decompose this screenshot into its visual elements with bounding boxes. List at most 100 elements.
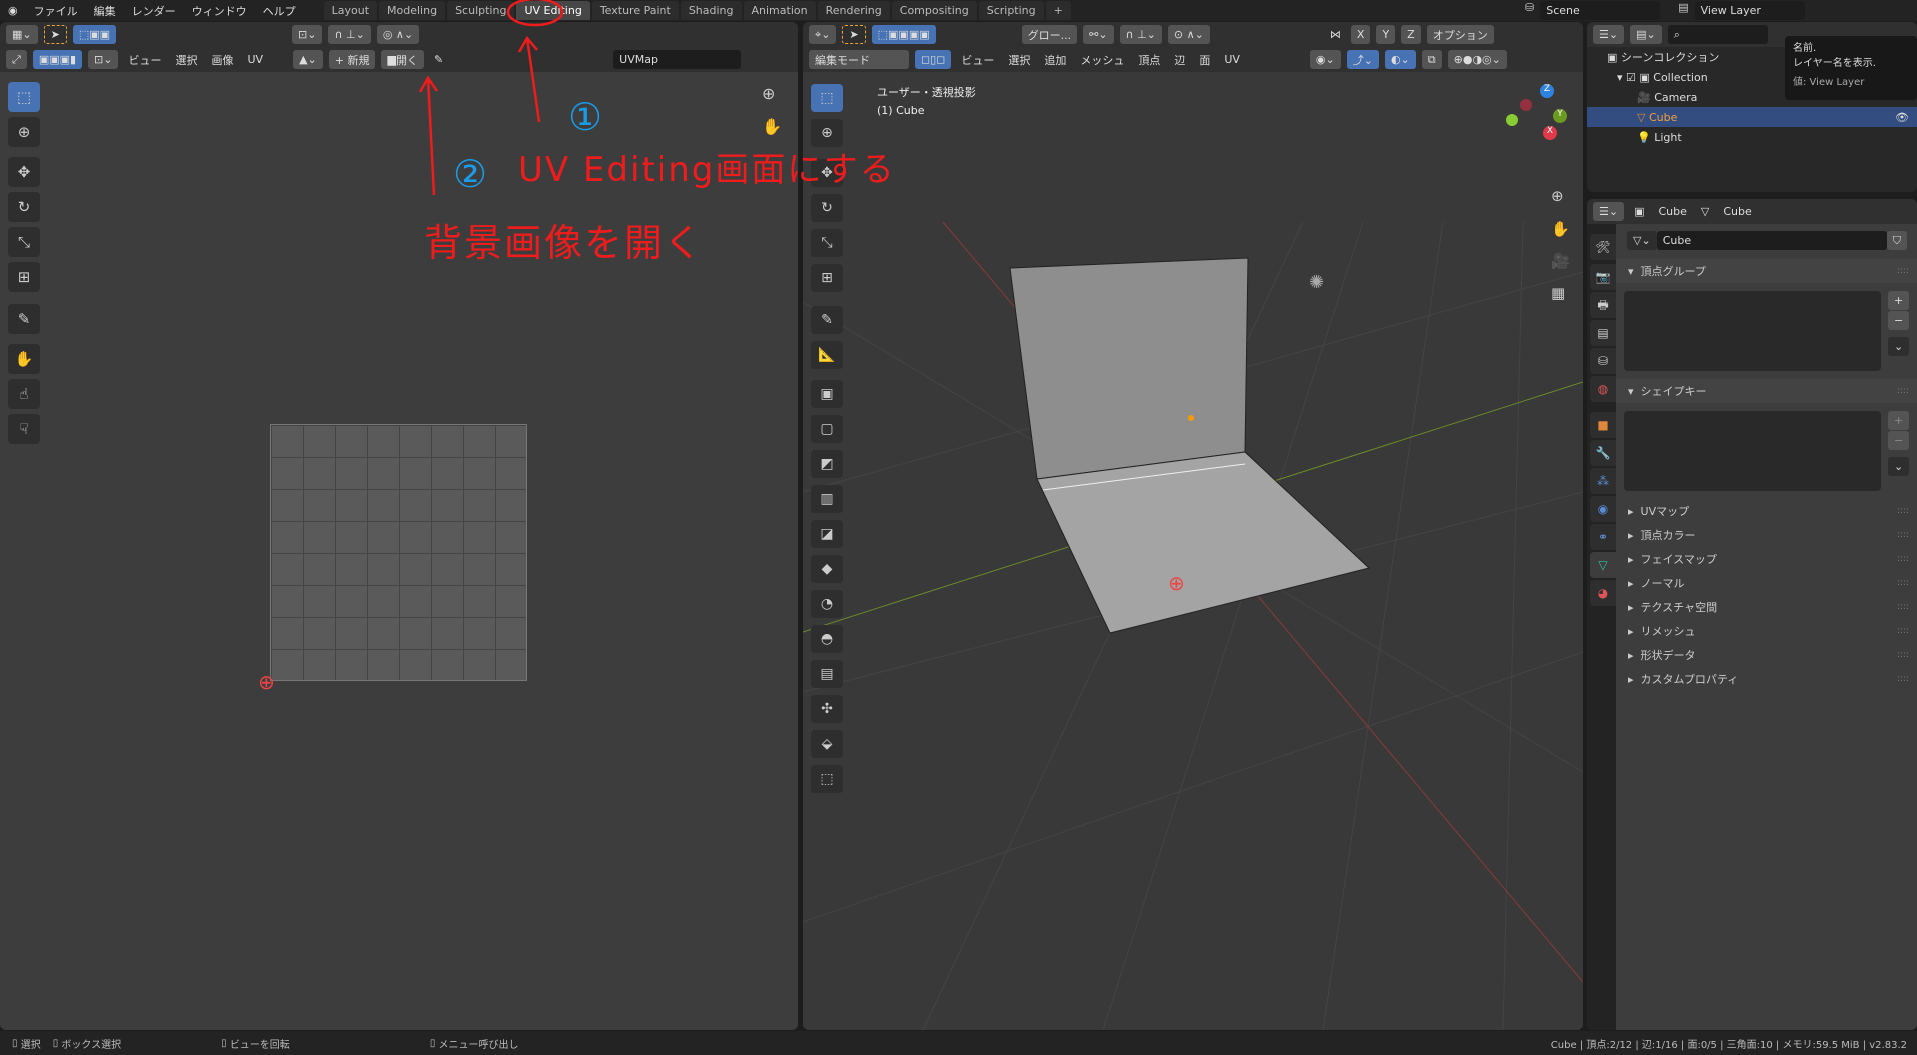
menu-edge[interactable]: 辺 — [1170, 52, 1189, 68]
panel-shape-keys[interactable]: ▾ シェイプキー:::: — [1616, 379, 1917, 403]
blender-logo-icon[interactable]: ◉ — [0, 4, 26, 17]
render-tab[interactable]: 📷 — [1590, 264, 1616, 290]
open-image-button[interactable]: ▆ 開く — [381, 50, 424, 69]
loop-cut-tool[interactable]: ▥ — [811, 485, 843, 513]
inset-tool[interactable]: ▢ — [811, 415, 843, 443]
cursor-tool[interactable]: ⊕ — [8, 117, 40, 147]
select-mode-button[interactable]: ⬚▣▣▣▣ — [871, 25, 936, 44]
tab-uv-editing[interactable]: UV Editing — [516, 1, 590, 20]
material-tab[interactable]: ◕ — [1590, 580, 1616, 606]
menu-file[interactable]: ファイル — [26, 3, 86, 19]
relax-tool[interactable]: ☝ — [8, 379, 40, 409]
gizmo-neg-x[interactable] — [1520, 99, 1532, 111]
gizmo-neg-y[interactable] — [1506, 114, 1518, 126]
tab-rendering[interactable]: Rendering — [817, 1, 890, 20]
vertex-group-menu-button[interactable]: ⌄ — [1888, 337, 1910, 356]
panel-texture-space[interactable]: ▸ テクスチャ空間:::: — [1616, 595, 1917, 619]
annotate-tool[interactable]: ✎ — [8, 304, 40, 334]
menu-help[interactable]: ヘルプ — [255, 3, 304, 19]
view-layer-tab[interactable]: ▤ — [1590, 320, 1616, 346]
overlay-button[interactable]: ◐⌄ — [1384, 50, 1416, 69]
panel-remesh[interactable]: ▸ リメッシュ:::: — [1616, 619, 1917, 643]
spin-tool[interactable]: ◔ — [811, 590, 843, 618]
display-mode-button[interactable]: ☰⌄ — [1593, 25, 1625, 44]
move-tool[interactable]: ✥ — [8, 157, 40, 187]
object-tab[interactable]: ■ — [1590, 412, 1616, 438]
menu-view[interactable]: ビュー — [957, 52, 998, 68]
bevel-tool[interactable]: ◩ — [811, 450, 843, 478]
select-mode-button[interactable]: ⬚▣▣ — [72, 25, 117, 44]
outliner-row-cube[interactable]: ▽ Cube 👁 — [1587, 107, 1917, 127]
annotate-tool[interactable]: ✎ — [811, 306, 843, 334]
panel-normals[interactable]: ▸ ノーマル:::: — [1616, 571, 1917, 595]
select-box-tool[interactable]: ⬚ — [811, 84, 843, 112]
panel-vertex-colors[interactable]: ▸ 頂点カラー:::: — [1616, 523, 1917, 547]
menu-vertex[interactable]: 頂点 — [1134, 52, 1164, 68]
sticky-select-button[interactable]: ⊡⌄ — [88, 50, 119, 69]
shape-keys-list[interactable] — [1624, 411, 1881, 491]
mesh-select-mode[interactable]: ◻▯◻ — [915, 50, 952, 69]
image-browse-button[interactable]: ▲⌄ — [293, 50, 323, 69]
panel-geometry-data[interactable]: ▸ 形状データ:::: — [1616, 643, 1917, 667]
axis-y[interactable]: Y — [1376, 25, 1396, 44]
gizmo-button[interactable]: ⤴⌄ — [1346, 50, 1379, 69]
pin-icon[interactable]: ✎ — [430, 53, 447, 66]
select-tool-icon[interactable]: ➤ — [43, 25, 67, 44]
mesh-name-field[interactable]: Cube — [1656, 231, 1887, 250]
select-box-tool[interactable]: ⬚ — [8, 82, 40, 112]
output-tab[interactable]: 🖶 — [1590, 292, 1616, 318]
scale-tool[interactable]: ⤡ — [8, 227, 40, 257]
tab-sculpting[interactable]: Sculpting — [447, 1, 515, 20]
filter-view-button[interactable]: ▤⌄ — [1630, 25, 1662, 44]
shape-key-menu-button[interactable]: ⌄ — [1888, 457, 1910, 476]
view-layer-icon[interactable]: ▤ — [1678, 1, 1688, 20]
options-dropdown[interactable]: オプション — [1426, 25, 1494, 44]
scene-icon[interactable]: ⛁ — [1525, 1, 1534, 20]
tab-texture-paint[interactable]: Texture Paint — [591, 1, 679, 20]
add-vertex-group-button[interactable]: + — [1888, 291, 1910, 310]
outliner-row-light[interactable]: 💡 Light — [1587, 127, 1917, 147]
menu-select[interactable]: 選択 — [171, 52, 201, 68]
pinch-tool[interactable]: ☟ — [8, 414, 40, 444]
tool-tab[interactable]: 🛠 — [1590, 234, 1616, 260]
axis-x[interactable]: X — [1350, 25, 1371, 44]
vertex-groups-list[interactable] — [1624, 291, 1881, 371]
remove-vertex-group-button[interactable]: − — [1888, 311, 1910, 330]
editor-type-button[interactable]: ▦⌄ — [6, 25, 38, 44]
gizmo-y[interactable]: Y — [1553, 109, 1567, 123]
mesh-data-tab[interactable]: ▽ — [1590, 552, 1616, 578]
mirror-icon[interactable]: ⋈ — [1326, 28, 1345, 41]
tab-modeling[interactable]: Modeling — [379, 1, 446, 20]
uv-select-mode-button[interactable]: ▣▣▣▮ — [32, 50, 83, 69]
menu-render[interactable]: レンダー — [124, 3, 184, 19]
editor-type-button[interactable]: ☰⌄ — [1593, 202, 1625, 221]
orientation-dropdown[interactable]: グロー... — [1021, 25, 1078, 44]
tab-compositing[interactable]: Compositing — [891, 1, 977, 20]
proportional-button[interactable]: ◎ ∧⌄ — [376, 25, 420, 44]
proportional-button[interactable]: ⊙ ∧⌄ — [1167, 25, 1210, 44]
menu-edit[interactable]: 編集 — [86, 3, 124, 19]
rotate-tool[interactable]: ↻ — [8, 192, 40, 222]
modifier-tab[interactable]: 🔧 — [1590, 440, 1616, 466]
snap-button[interactable]: ∩ ⊥⌄ — [1119, 25, 1162, 44]
pivot-button[interactable]: ⚯⌄ — [1083, 25, 1114, 44]
menu-uv[interactable]: UV — [243, 53, 267, 66]
outliner-search-input[interactable]: ⌕ — [1667, 25, 1768, 44]
axis-z[interactable]: Z — [1401, 25, 1421, 44]
panel-face-maps[interactable]: ▸ フェイスマップ:::: — [1616, 547, 1917, 571]
physics-tab[interactable]: ◉ — [1590, 496, 1616, 522]
extrude-tool[interactable]: ▣ — [811, 380, 843, 408]
menu-mesh[interactable]: メッシュ — [1076, 52, 1128, 68]
camera-view-icon[interactable]: 🎥 — [1551, 252, 1570, 270]
poly-build-tool[interactable]: ◆ — [811, 555, 843, 583]
world-tab[interactable]: ◍ — [1590, 376, 1616, 402]
menu-window[interactable]: ウィンドウ — [184, 3, 255, 19]
pan-hand-icon[interactable]: ✋ — [1551, 220, 1570, 238]
menu-image[interactable]: 画像 — [207, 52, 237, 68]
eye-icon[interactable]: 👁 — [1895, 111, 1909, 124]
zoom-icon[interactable]: ⊕ — [762, 84, 775, 103]
panel-vertex-groups[interactable]: ▾ 頂点グループ:::: — [1616, 259, 1917, 283]
xray-button[interactable]: ⧉ — [1421, 50, 1442, 69]
add-shape-key-button[interactable]: + — [1888, 411, 1910, 430]
smooth-tool[interactable]: ◓ — [811, 625, 843, 653]
